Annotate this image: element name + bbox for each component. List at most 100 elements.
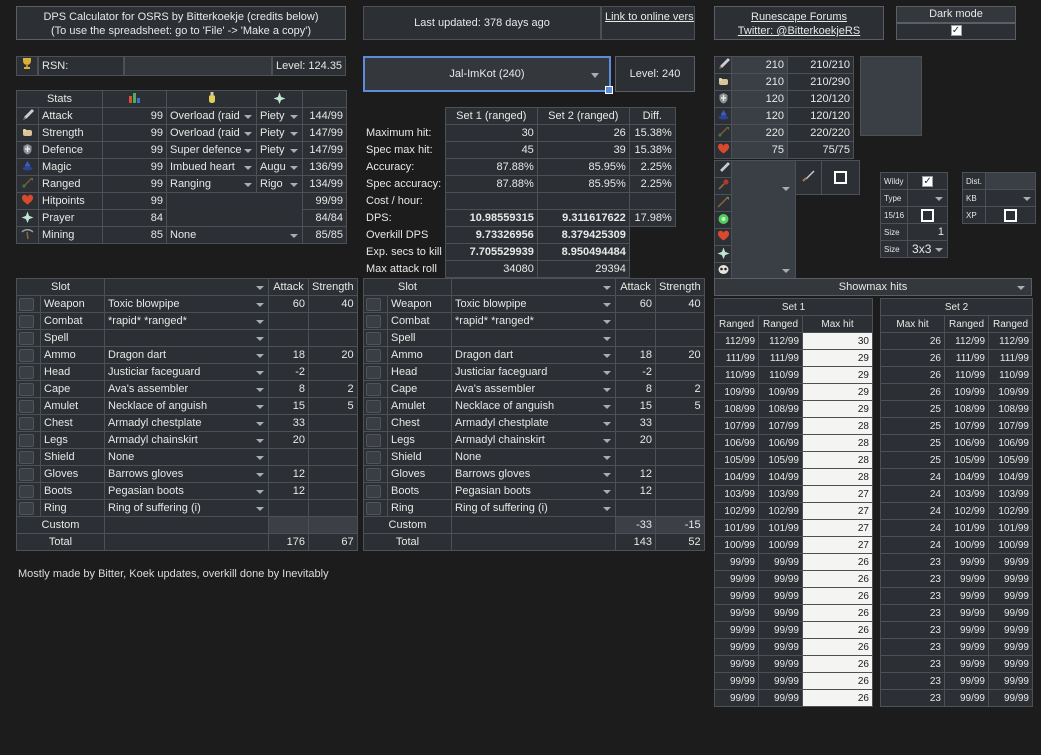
npc-stat-value[interactable]: 210 (731, 73, 788, 91)
gear-item-dropdown[interactable]: None (451, 448, 616, 466)
dist-input[interactable] (985, 172, 1036, 190)
results-row: DPS: 10.98559315 9.311617622 17.98% (363, 209, 676, 227)
gear-item-dropdown[interactable]: Armadyl chainskirt (104, 431, 269, 449)
xp-checkbox[interactable] (985, 206, 1036, 224)
rsn-input[interactable] (124, 56, 272, 76)
npc-stat-value[interactable]: 120 (731, 107, 788, 125)
gear-item-dropdown[interactable]: Justiciar faceguard (104, 363, 269, 381)
size-num-value[interactable]: 1 (907, 223, 949, 241)
gear-strength-value (655, 414, 705, 432)
results-row: Cost / hour: (363, 192, 676, 210)
stat-prayer-dropdown[interactable]: Piety (256, 107, 303, 125)
gear-item-dropdown[interactable]: Armadyl chainskirt (451, 431, 616, 449)
gear-custom-attack[interactable]: -33 (615, 516, 656, 534)
gear-item-dropdown[interactable]: Ava's assembler (451, 380, 616, 398)
stat-name: Ranged (38, 175, 103, 193)
gear-item-dropdown[interactable]: Armadyl chestplate (104, 414, 269, 432)
checkbox-unchecked-icon[interactable] (834, 171, 847, 184)
gear-item-dropdown[interactable]: None (104, 448, 269, 466)
stat-boost-dropdown[interactable]: Overload (raid (166, 107, 257, 125)
cape-icon (16, 380, 41, 398)
twitter-link[interactable]: Twitter: @BitterkoekjeRS (715, 24, 883, 38)
stats-total-header (302, 90, 347, 108)
runescape-forums-link[interactable]: Runescape Forums (715, 10, 883, 24)
gear-item-dropdown[interactable]: Barrows gloves (104, 465, 269, 483)
gear-item-dropdown[interactable]: Armadyl chestplate (451, 414, 616, 432)
fifteen-sixteen-checkbox[interactable] (907, 206, 949, 224)
gear-item-dropdown[interactable]: Ring of suffering (i) (451, 499, 616, 517)
stat-boost-dropdown[interactable]: Imbued heart (166, 158, 257, 176)
stat-level[interactable]: 84 (102, 209, 167, 227)
kb-dropdown[interactable] (985, 189, 1036, 207)
showmax-s1b: 99/99 (758, 587, 803, 605)
gear-item-dropdown[interactable]: Justiciar faceguard (451, 363, 616, 381)
gear-item-dropdown[interactable]: *rapid* *ranged* (451, 312, 616, 330)
stat-boost-dropdown[interactable]: Overload (raid (166, 124, 257, 142)
stat-prayer-dropdown[interactable]: Piety (256, 141, 303, 159)
twitter-link-text[interactable]: Twitter: @BitterkoekjeRS (738, 25, 860, 37)
gear-item-dropdown[interactable]: Dragon dart (104, 346, 269, 364)
npc-extra-dropdown[interactable] (731, 160, 796, 280)
gear-row: Weapon Toxic blowpipe 60 40 (363, 295, 705, 313)
gear-item-dropdown[interactable]: Pegasian boots (104, 482, 269, 500)
stats-row: Mining 85 None 85/85 (16, 226, 347, 244)
npc-stat-value[interactable]: 75 (731, 141, 788, 159)
gear-total-strength: 67 (308, 533, 358, 551)
checkbox-unchecked-icon[interactable] (1004, 208, 1017, 222)
gear-col-item[interactable] (451, 278, 616, 296)
selection-fill-handle[interactable] (605, 86, 613, 94)
npc-select-dropdown[interactable]: Jal-ImKot (240) (363, 56, 611, 92)
stat-prayer-dropdown[interactable]: Piety (256, 124, 303, 142)
stat-level[interactable]: 99 (102, 124, 167, 142)
checkbox-unchecked-icon[interactable] (921, 208, 935, 222)
stat-prayer-dropdown[interactable]: Augu (256, 158, 303, 176)
stat-level[interactable]: 99 (102, 107, 167, 125)
stat-level[interactable]: 99 (102, 158, 167, 176)
gear-item-dropdown[interactable]: *rapid* *ranged* (104, 312, 269, 330)
gear-item-dropdown[interactable]: Toxic blowpipe (104, 295, 269, 313)
legs-icon (19, 433, 34, 447)
gear-item-dropdown[interactable]: Pegasian boots (451, 482, 616, 500)
stat-level[interactable]: 85 (102, 226, 167, 244)
gear-item-dropdown[interactable]: Barrows gloves (451, 465, 616, 483)
npc-spec-checkbox[interactable] (821, 160, 860, 195)
gear-item-dropdown[interactable] (451, 329, 616, 347)
npc-stat-value[interactable]: 210 (731, 56, 788, 74)
gear-item-dropdown[interactable] (104, 329, 269, 347)
gear-strength-value (308, 431, 358, 449)
gear-item-dropdown[interactable]: Necklace of anguish (104, 397, 269, 415)
stat-boost-dropdown[interactable]: None (166, 226, 303, 244)
checkbox-checked-icon[interactable]: ✓ (950, 24, 962, 36)
showmax-hits-dropdown[interactable]: Showmax hits (714, 278, 1032, 296)
gear-item-dropdown[interactable]: Ava's assembler (104, 380, 269, 398)
gear-total-attack: 176 (268, 533, 309, 551)
showmax-maxhit-set1: 26 (802, 570, 873, 588)
gear-header-row: Slot Attack Strength (363, 278, 705, 296)
gear-custom-strength[interactable] (308, 516, 358, 534)
stat-boost-dropdown[interactable]: Super defence (166, 141, 257, 159)
rsn-label: RSN: (38, 56, 124, 76)
size-dim-dropdown[interactable]: 3x3 (907, 240, 949, 258)
dark-mode-toggle[interactable]: ✓ (896, 23, 1016, 40)
npc-stat-value[interactable]: 120 (731, 90, 788, 108)
gear-custom-attack[interactable] (268, 516, 309, 534)
stat-prayer-dropdown[interactable]: Rigo (256, 175, 303, 193)
forums-link-text[interactable]: Runescape Forums (751, 11, 847, 23)
showmax-maxhit-set1: 26 (802, 655, 873, 673)
gear-item-dropdown[interactable]: Dragon dart (451, 346, 616, 364)
stat-level[interactable]: 99 (102, 141, 167, 159)
stat-level[interactable]: 99 (102, 192, 167, 210)
wildy-checkbox[interactable]: ✓ (907, 172, 949, 190)
checkbox-checked-icon[interactable]: ✓ (922, 175, 934, 187)
gear-col-item[interactable] (104, 278, 269, 296)
gear-item-dropdown[interactable]: Necklace of anguish (451, 397, 616, 415)
type-dropdown[interactable] (907, 189, 949, 207)
stat-boost-dropdown[interactable]: Ranging (166, 175, 257, 193)
stat-level[interactable]: 99 (102, 175, 167, 193)
gear-custom-strength[interactable]: -15 (655, 516, 705, 534)
npc-stat-value[interactable]: 220 (731, 124, 788, 142)
gear-item-dropdown[interactable]: Ring of suffering (i) (104, 499, 269, 517)
stats-row: Ranged 99 Ranging Rigo 134/99 (16, 175, 347, 193)
online-version-link[interactable]: Link to online version (601, 6, 695, 40)
gear-item-dropdown[interactable]: Toxic blowpipe (451, 295, 616, 313)
